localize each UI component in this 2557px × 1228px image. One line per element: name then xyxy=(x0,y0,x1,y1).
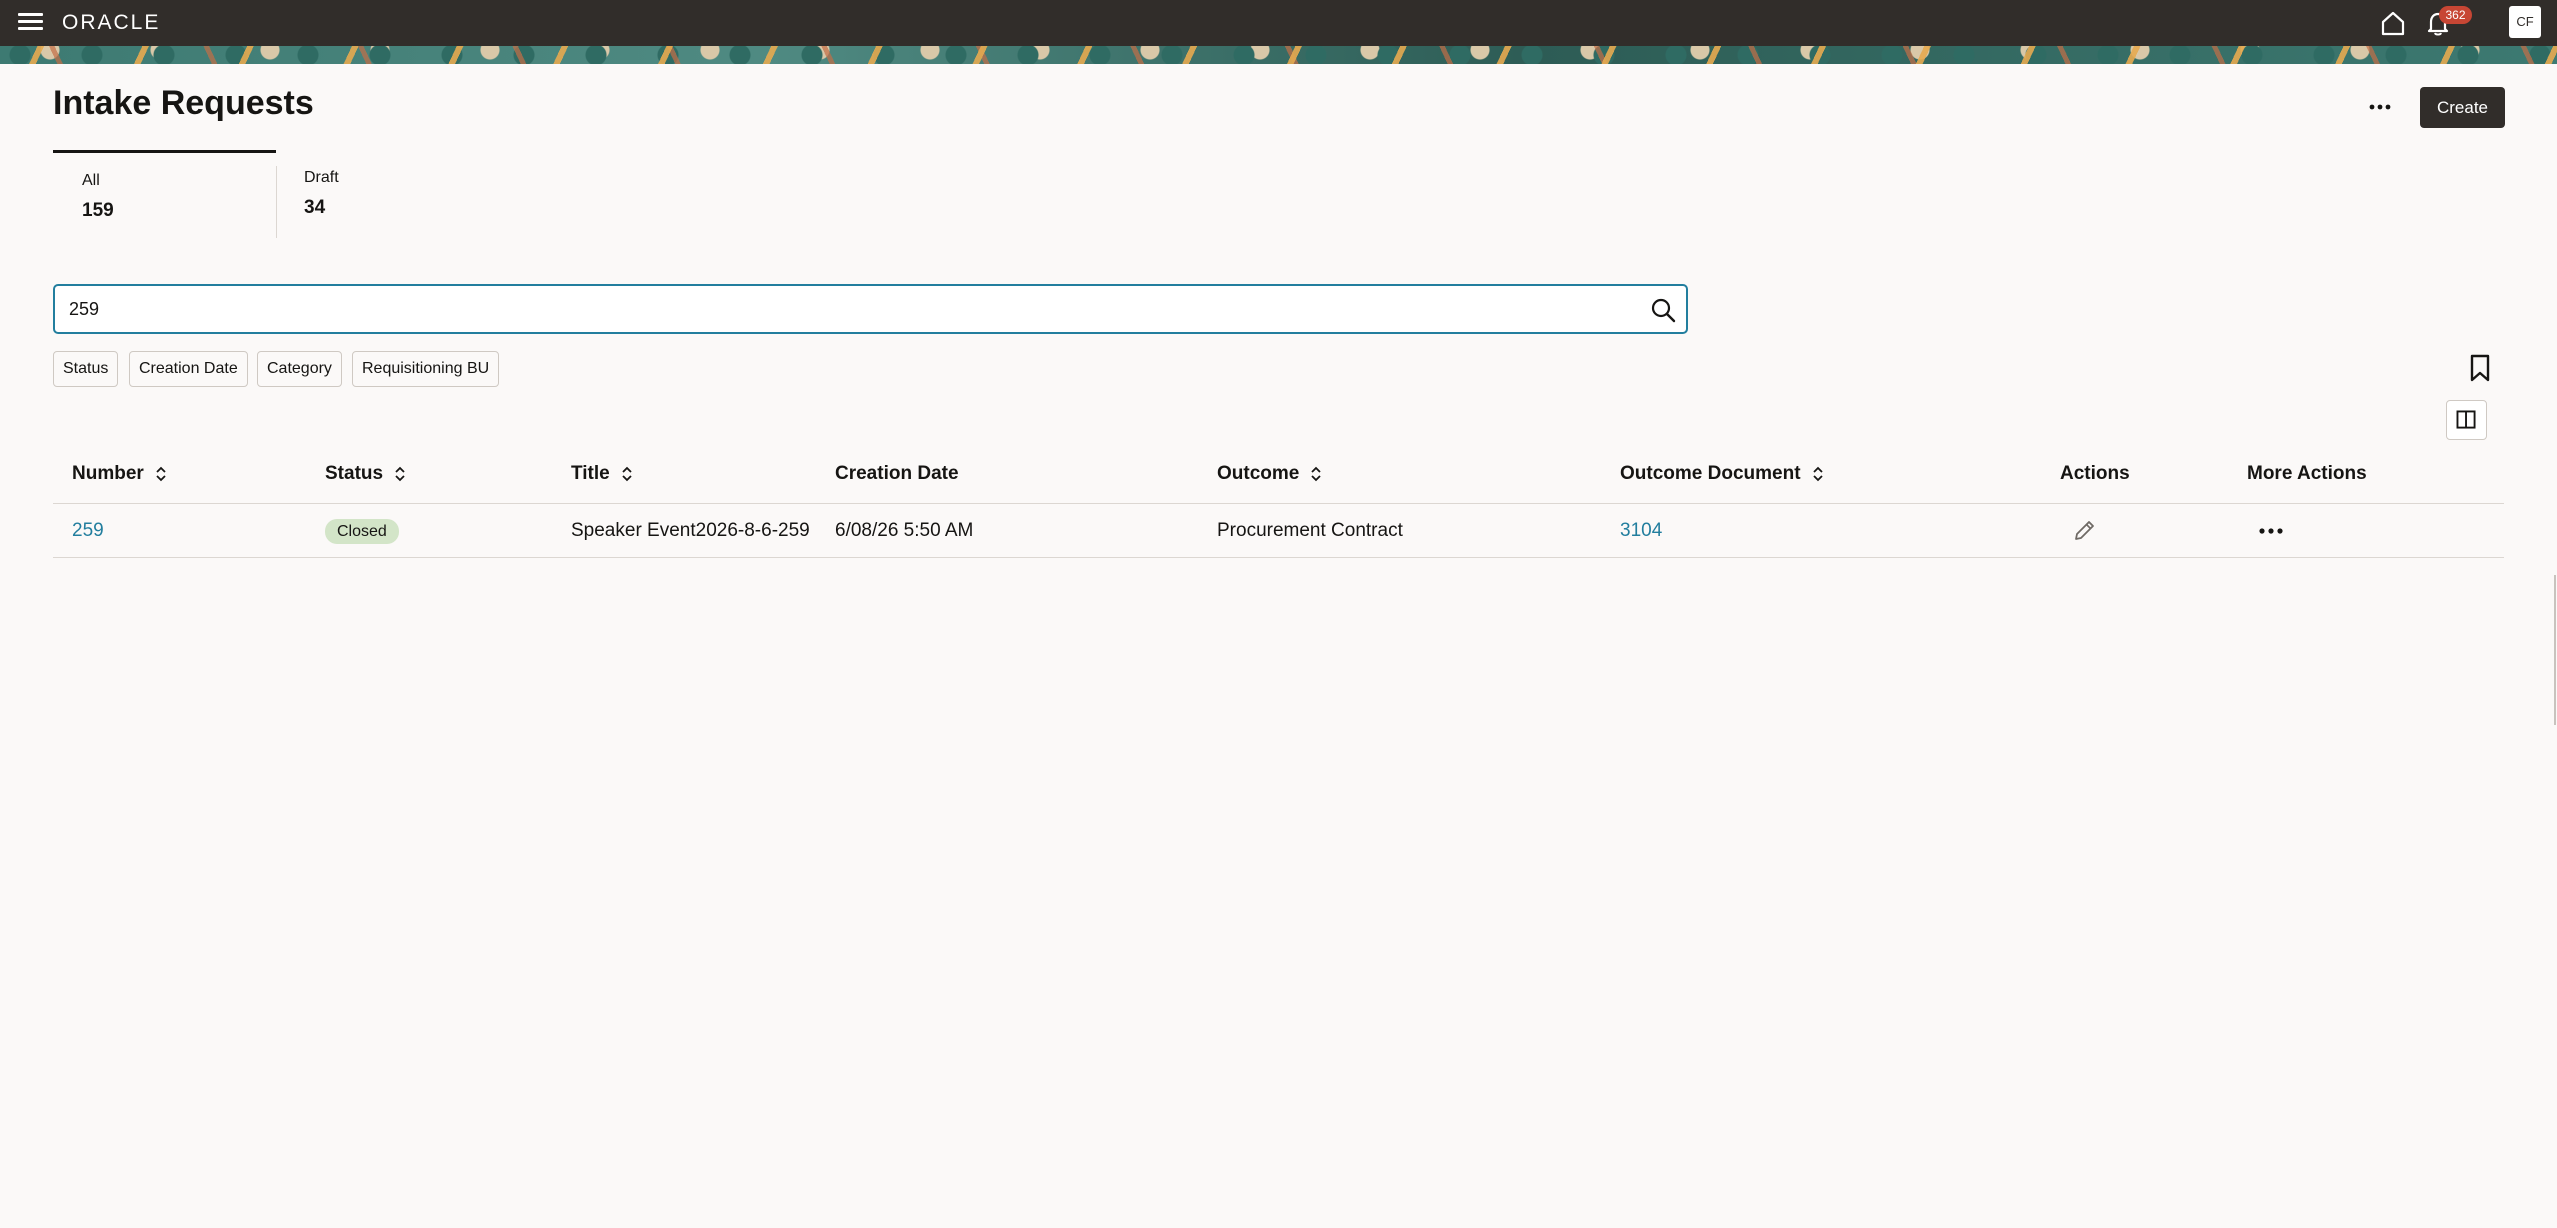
table-row[interactable]: 259 Closed Speaker Event2026-8-6-259 6/0… xyxy=(53,504,2504,558)
column-header-actions: Actions xyxy=(2060,463,2130,485)
notifications-button[interactable]: 362 xyxy=(2424,6,2472,40)
scrollbar[interactable] xyxy=(2554,575,2556,725)
top-bar: ORACLE 362 CF xyxy=(0,0,2557,46)
tab-draft[interactable]: Draft 34 xyxy=(276,166,476,238)
sort-icon[interactable] xyxy=(154,465,168,483)
decorative-banner xyxy=(0,46,2557,64)
request-title: Speaker Event2026-8-6-259 xyxy=(571,520,810,541)
create-button[interactable]: Create xyxy=(2420,87,2505,128)
user-avatar[interactable]: CF xyxy=(2509,6,2541,38)
column-header-label: More Actions xyxy=(2247,463,2367,484)
search-input[interactable] xyxy=(69,295,1629,323)
column-header-outcome[interactable]: Outcome xyxy=(1217,463,1323,485)
column-header-title[interactable]: Title xyxy=(571,463,634,485)
request-number-link[interactable]: 259 xyxy=(72,520,104,542)
intake-requests-table: Number Status Title Creation Date Outcom… xyxy=(53,453,2504,558)
edit-pencil-icon[interactable] xyxy=(2071,518,2097,544)
search-box xyxy=(53,284,1688,334)
column-header-label: Status xyxy=(325,463,384,484)
sort-icon[interactable] xyxy=(393,465,407,483)
search-icon[interactable] xyxy=(1650,297,1676,323)
column-header-label: Outcome xyxy=(1217,463,1300,484)
hamburger-menu-icon[interactable] xyxy=(18,11,43,33)
sort-icon[interactable] xyxy=(620,465,634,483)
columns-icon xyxy=(2456,410,2476,429)
bookmark-icon[interactable] xyxy=(2469,354,2491,382)
table-header: Number Status Title Creation Date Outcom… xyxy=(53,453,2504,504)
page-more-actions-icon[interactable] xyxy=(2364,93,2396,121)
filter-chip-creation-date[interactable]: Creation Date xyxy=(129,351,248,387)
notification-count-badge: 362 xyxy=(2439,6,2472,24)
outcome-document-link[interactable]: 3104 xyxy=(1620,520,1662,542)
tab-draft-count: 34 xyxy=(304,197,326,218)
column-header-label: Number xyxy=(72,463,144,484)
status-badge: Closed xyxy=(325,519,399,544)
column-header-label: Creation Date xyxy=(835,463,959,484)
sort-icon[interactable] xyxy=(1811,465,1825,483)
home-icon[interactable] xyxy=(2379,9,2407,37)
creation-date: 6/08/26 5:50 AM xyxy=(835,520,974,541)
column-header-number[interactable]: Number xyxy=(72,463,168,485)
column-header-creation-date: Creation Date xyxy=(835,463,959,485)
column-header-label: Actions xyxy=(2060,463,2130,484)
tab-all-label: All xyxy=(82,172,100,189)
column-header-label: Outcome Document xyxy=(1620,463,1801,484)
filter-chip-requisitioning-bu[interactable]: Requisitioning BU xyxy=(352,351,500,387)
tab-draft-label: Draft xyxy=(304,169,339,186)
filter-chip-category[interactable]: Category xyxy=(257,351,342,387)
column-layout-button[interactable] xyxy=(2446,400,2487,440)
column-header-more-actions: More Actions xyxy=(2247,463,2367,485)
column-header-status[interactable]: Status xyxy=(325,463,407,485)
outcome: Procurement Contract xyxy=(1217,520,1403,541)
row-more-actions-icon[interactable] xyxy=(2255,520,2287,542)
sort-icon[interactable] xyxy=(1309,465,1323,483)
page-title: Intake Requests xyxy=(53,84,314,122)
column-header-label: Title xyxy=(571,463,610,484)
tab-all-count: 159 xyxy=(82,200,114,221)
column-header-outcome-document[interactable]: Outcome Document xyxy=(1620,463,1825,485)
tab-all[interactable]: All 159 xyxy=(53,150,276,240)
filter-chip-status[interactable]: Status xyxy=(53,351,119,387)
oracle-logo[interactable]: ORACLE xyxy=(62,11,160,35)
